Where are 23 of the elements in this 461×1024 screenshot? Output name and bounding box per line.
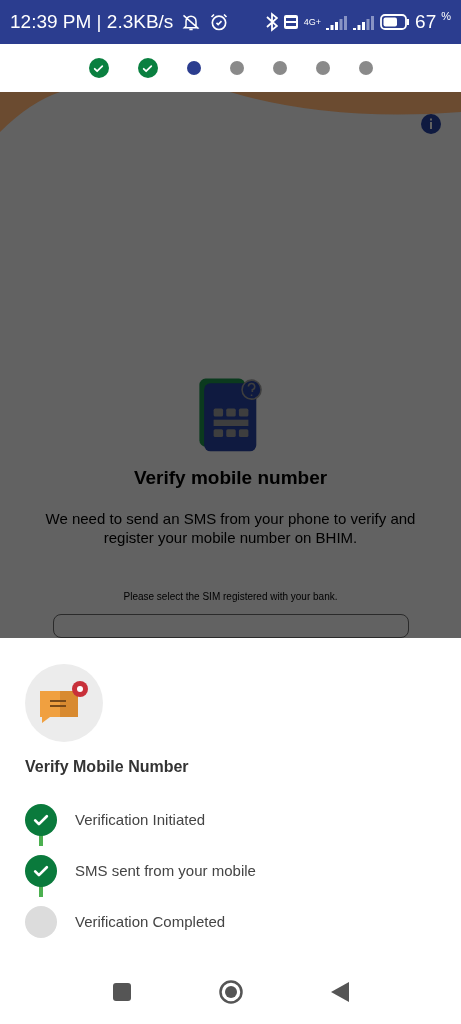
battery-percent: 67 bbox=[415, 11, 437, 33]
status-time: 12:39 PM | 2.3KB/s bbox=[10, 11, 174, 33]
recents-icon[interactable] bbox=[112, 983, 131, 1001]
step-label: SMS sent from your mobile bbox=[75, 862, 256, 879]
network-type: 4G+ bbox=[303, 17, 322, 27]
step-label: Verification Initiated bbox=[75, 811, 206, 828]
step-label: Verification Completed bbox=[75, 913, 226, 930]
battery-icon bbox=[380, 14, 411, 30]
bell-off-icon bbox=[181, 12, 202, 32]
signal-icon bbox=[326, 14, 349, 30]
sim-select-field[interactable] bbox=[52, 613, 409, 638]
home-icon[interactable] bbox=[218, 980, 243, 1004]
page-title: Verify mobile number bbox=[133, 466, 328, 489]
back-icon[interactable] bbox=[330, 982, 349, 1002]
alarm-icon bbox=[209, 12, 230, 32]
page-description: We need to send an SMS from your phone to verify and register your mobile number on BHIM. bbox=[44, 508, 417, 547]
message-icon bbox=[38, 681, 90, 725]
sim-prompt: Please select the SIM registered with your bank. bbox=[123, 590, 338, 602]
bluetooth-icon bbox=[265, 12, 278, 32]
percent-sign: % bbox=[441, 10, 451, 22]
sheet-title: Verify Mobile Number bbox=[25, 758, 190, 776]
info-icon bbox=[421, 114, 441, 134]
signal-icon bbox=[353, 14, 376, 30]
